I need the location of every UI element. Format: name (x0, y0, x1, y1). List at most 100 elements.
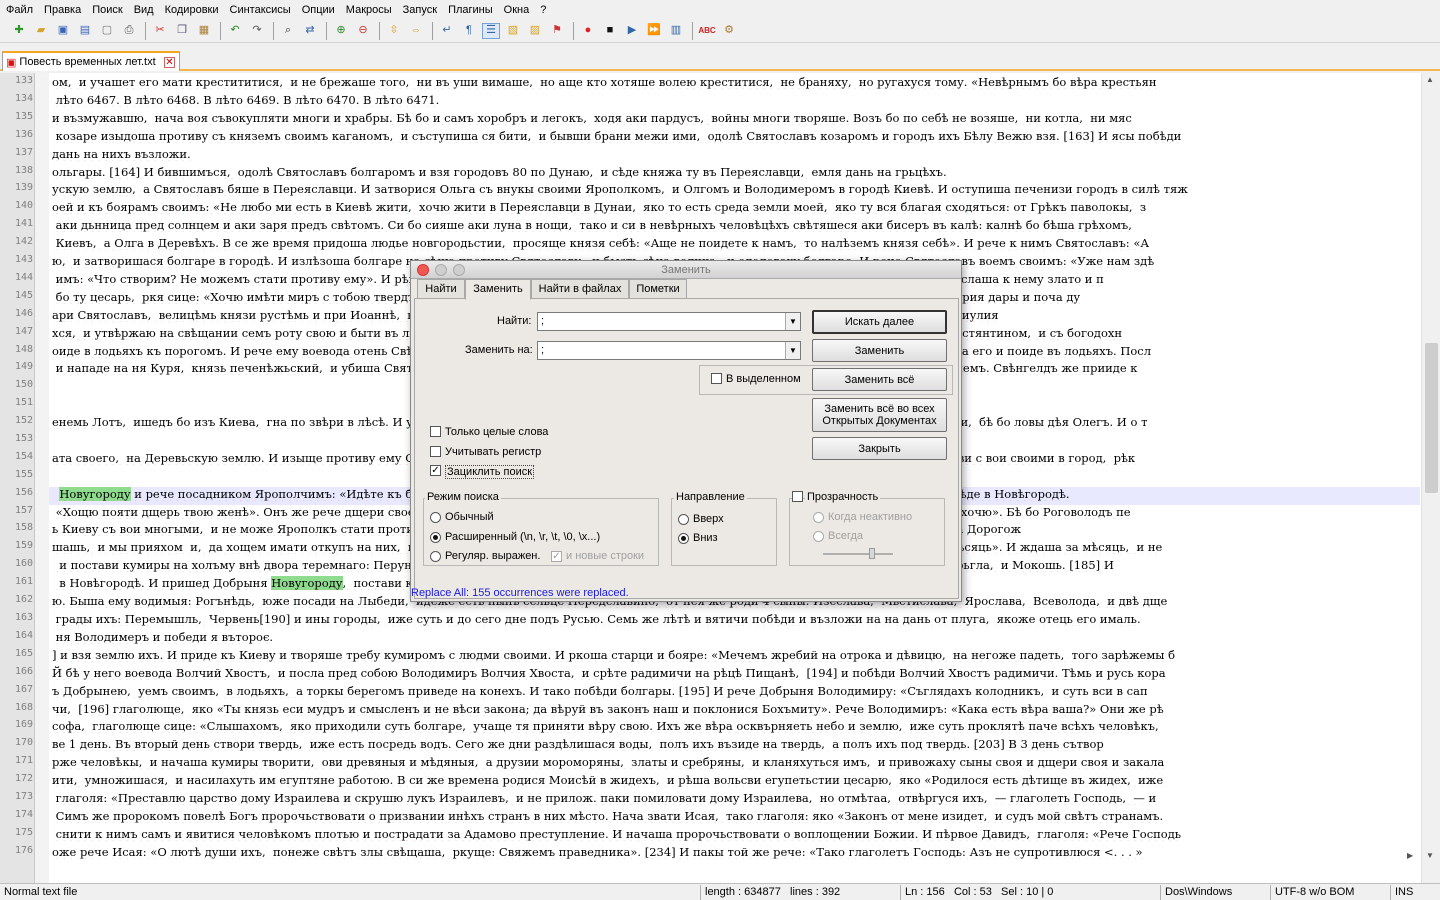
dialog-title-bar[interactable]: Заменить (411, 261, 961, 279)
show-all-chars-icon[interactable]: ¶ (460, 23, 478, 39)
code-line[interactable]: Симъ же пророкомъ повелѣ Богъ пророчьств… (52, 809, 1420, 823)
tab-find-in-files[interactable]: Найти в файлах (531, 279, 629, 299)
code-line[interactable]: ускую землю, а Святославъ бяше в Переясл… (52, 182, 1420, 196)
code-line[interactable]: ольгары. [164] И бившимъся, одолѣ Святос… (52, 165, 1420, 179)
function-list-icon[interactable]: ▨ (526, 23, 544, 39)
stop-macro-icon[interactable]: ■ (601, 23, 619, 39)
code-line[interactable]: аки дьнница пред солнцем и аки заря пред… (52, 218, 1420, 232)
print-icon[interactable]: ⎙ (120, 23, 138, 39)
spellcheck-icon[interactable]: ABC (698, 23, 716, 39)
match-case-checkbox[interactable] (430, 446, 441, 457)
replace-dropdown-icon[interactable]: ▼ (785, 342, 800, 359)
transparency-slider-track[interactable] (823, 553, 893, 555)
document-tab[interactable]: ▣ Повесть временных лет.txt ✕ (2, 51, 180, 71)
close-file-icon[interactable]: ▢ (98, 23, 116, 39)
mode-regex-radio[interactable] (430, 551, 441, 562)
zoom-out-icon[interactable]: ⊖ (354, 23, 372, 39)
menu-item[interactable]: Вид (134, 4, 154, 16)
transparency-slider-thumb[interactable] (869, 548, 875, 559)
replace-button[interactable]: Заменить (812, 339, 947, 362)
menu-item[interactable]: Запуск (403, 4, 437, 16)
undo-icon[interactable]: ↶ (226, 23, 244, 39)
trans-always-radio[interactable] (813, 531, 824, 542)
maximize-window-icon[interactable] (453, 264, 465, 276)
save-all-icon[interactable]: ▤ (76, 23, 94, 39)
replace-combobox[interactable]: ; ▼ (537, 341, 801, 360)
cut-icon[interactable]: ✂ (151, 23, 169, 39)
replace-all-in-open-docs-button[interactable]: Заменить всё во всех Открытых Документах (812, 398, 947, 432)
code-line[interactable]: козаре изыдоша противу съ княземъ своимъ… (52, 129, 1420, 143)
menu-item[interactable]: Окна (504, 4, 530, 16)
replace-icon[interactable]: ⇄ (301, 23, 319, 39)
copy-icon[interactable]: ❐ (173, 23, 191, 39)
code-line[interactable]: лѣто 6467. В лѣто 6468. В лѣто 6469. В л… (52, 93, 1420, 107)
open-file-icon[interactable]: ▰ (32, 23, 50, 39)
vertical-scrollbar[interactable]: ▲ ▼ (1421, 73, 1440, 883)
scroll-up-icon[interactable]: ▲ (1426, 75, 1434, 84)
code-line[interactable]: снити к нимъ самъ и явитися человѣкомъ п… (52, 827, 1420, 841)
code-line[interactable]: чи, [196] глаголюще, яко «Ты князь еси м… (52, 702, 1420, 716)
minimize-window-icon[interactable] (435, 264, 447, 276)
folder-workspace-icon[interactable]: ⚑ (548, 23, 566, 39)
replace-all-button[interactable]: Заменить всё (812, 368, 947, 391)
code-line[interactable]: глаголя: «Преставлю царство дому Израиле… (52, 791, 1420, 805)
code-line[interactable]: ом, и учашет его мати крестититися, и не… (52, 75, 1420, 89)
save-macro-icon[interactable]: ▥ (667, 23, 685, 39)
menu-item[interactable]: Кодировки (165, 4, 219, 16)
close-window-icon[interactable] (417, 264, 429, 276)
wrap-around-checkbox[interactable]: ✓ (430, 465, 441, 476)
tab-find[interactable]: Найти (417, 279, 465, 299)
code-line[interactable]: грады ихъ: Перемышль, Червень[190] и ины… (52, 612, 1420, 626)
menu-item[interactable]: Файл (6, 4, 33, 16)
menu-item[interactable]: Поиск (92, 4, 122, 16)
newline-checkbox[interactable]: ✓ (551, 551, 562, 562)
code-line[interactable]: ити, умножишася, и насилахуть им егуптян… (52, 773, 1420, 787)
code-line[interactable]: оей и къ боярамъ своимъ: «Не любо ми ест… (52, 200, 1420, 214)
direction-up-radio[interactable] (678, 514, 689, 525)
close-button[interactable]: Закрыть (812, 437, 947, 460)
code-line[interactable]: ня Володимеръ и победи я вътороє. (52, 630, 1420, 644)
find-dropdown-icon[interactable]: ▼ (785, 313, 800, 330)
play-multiple-icon[interactable]: ⏩ (645, 23, 663, 39)
code-line[interactable]: и възмужавшю, нача воя съвокупляти многи… (52, 111, 1420, 125)
save-icon[interactable]: ▣ (54, 23, 72, 39)
menu-item[interactable]: Плагины (448, 4, 493, 16)
code-line[interactable]: ] и взя землю ихъ. И приде къ Киеву и тв… (52, 648, 1420, 662)
find-combobox[interactable]: ; ▼ (537, 312, 801, 331)
paste-icon[interactable]: ▦ (195, 23, 213, 39)
code-line[interactable]: рже человѣкы, и начаша кумиры творити, о… (52, 755, 1420, 769)
in-selection-checkbox[interactable] (711, 373, 722, 384)
code-line[interactable]: Й бѣ у него воевода Волчий Хвостъ, и пос… (52, 666, 1420, 680)
menu-item[interactable]: Макросы (346, 4, 392, 16)
plugin-icon[interactable]: ⚙ (720, 23, 738, 39)
indent-guide-icon[interactable]: ☰ (482, 22, 500, 39)
new-file-icon[interactable]: ✚ (10, 23, 28, 39)
sync-horizontal-icon[interactable]: ⇔ (407, 23, 425, 39)
replace-value[interactable]: ; (541, 344, 544, 356)
record-macro-icon[interactable]: ● (579, 23, 597, 39)
code-line[interactable]: софа, глаголюще сице: «Слышахомъ, яко пр… (52, 719, 1420, 733)
code-line[interactable]: ъ Добрынею, уемъ своимъ, в лодьяхъ, а то… (52, 684, 1420, 698)
zoom-in-icon[interactable]: ⊕ (332, 23, 350, 39)
transparency-checkbox[interactable] (792, 491, 803, 502)
doc-map-icon[interactable]: ▧ (504, 23, 522, 39)
tab-replace[interactable]: Заменить (465, 279, 531, 300)
redo-icon[interactable]: ↷ (248, 23, 266, 39)
menu-item[interactable]: Опции (302, 4, 335, 16)
code-line[interactable]: Киевъ, а Олга в Деревѣхъ. В се же время … (52, 236, 1420, 250)
play-macro-icon[interactable]: ▶ (623, 23, 641, 39)
mode-normal-radio[interactable] (430, 512, 441, 523)
code-line[interactable]: дань на нихъ възложи. (52, 147, 1420, 161)
code-line[interactable]: оже рече Исая: «О лютѣ души ихъ, понеже … (52, 845, 1420, 859)
scroll-down-icon[interactable]: ▼ (1426, 851, 1434, 860)
trans-inactive-radio[interactable] (813, 512, 824, 523)
direction-down-radio[interactable] (678, 533, 689, 544)
whole-word-checkbox[interactable] (430, 426, 441, 437)
scroll-right-icon[interactable]: ▶ (1407, 851, 1413, 860)
menu-item[interactable]: Синтаксисы (230, 4, 291, 16)
tab-marks[interactable]: Пометки (629, 279, 687, 299)
mode-extended-radio[interactable] (430, 532, 441, 543)
sync-vertical-icon[interactable]: ⇳ (385, 23, 403, 39)
vertical-scroll-thumb[interactable] (1425, 343, 1438, 493)
find-next-button[interactable]: Искать далее (812, 310, 947, 334)
